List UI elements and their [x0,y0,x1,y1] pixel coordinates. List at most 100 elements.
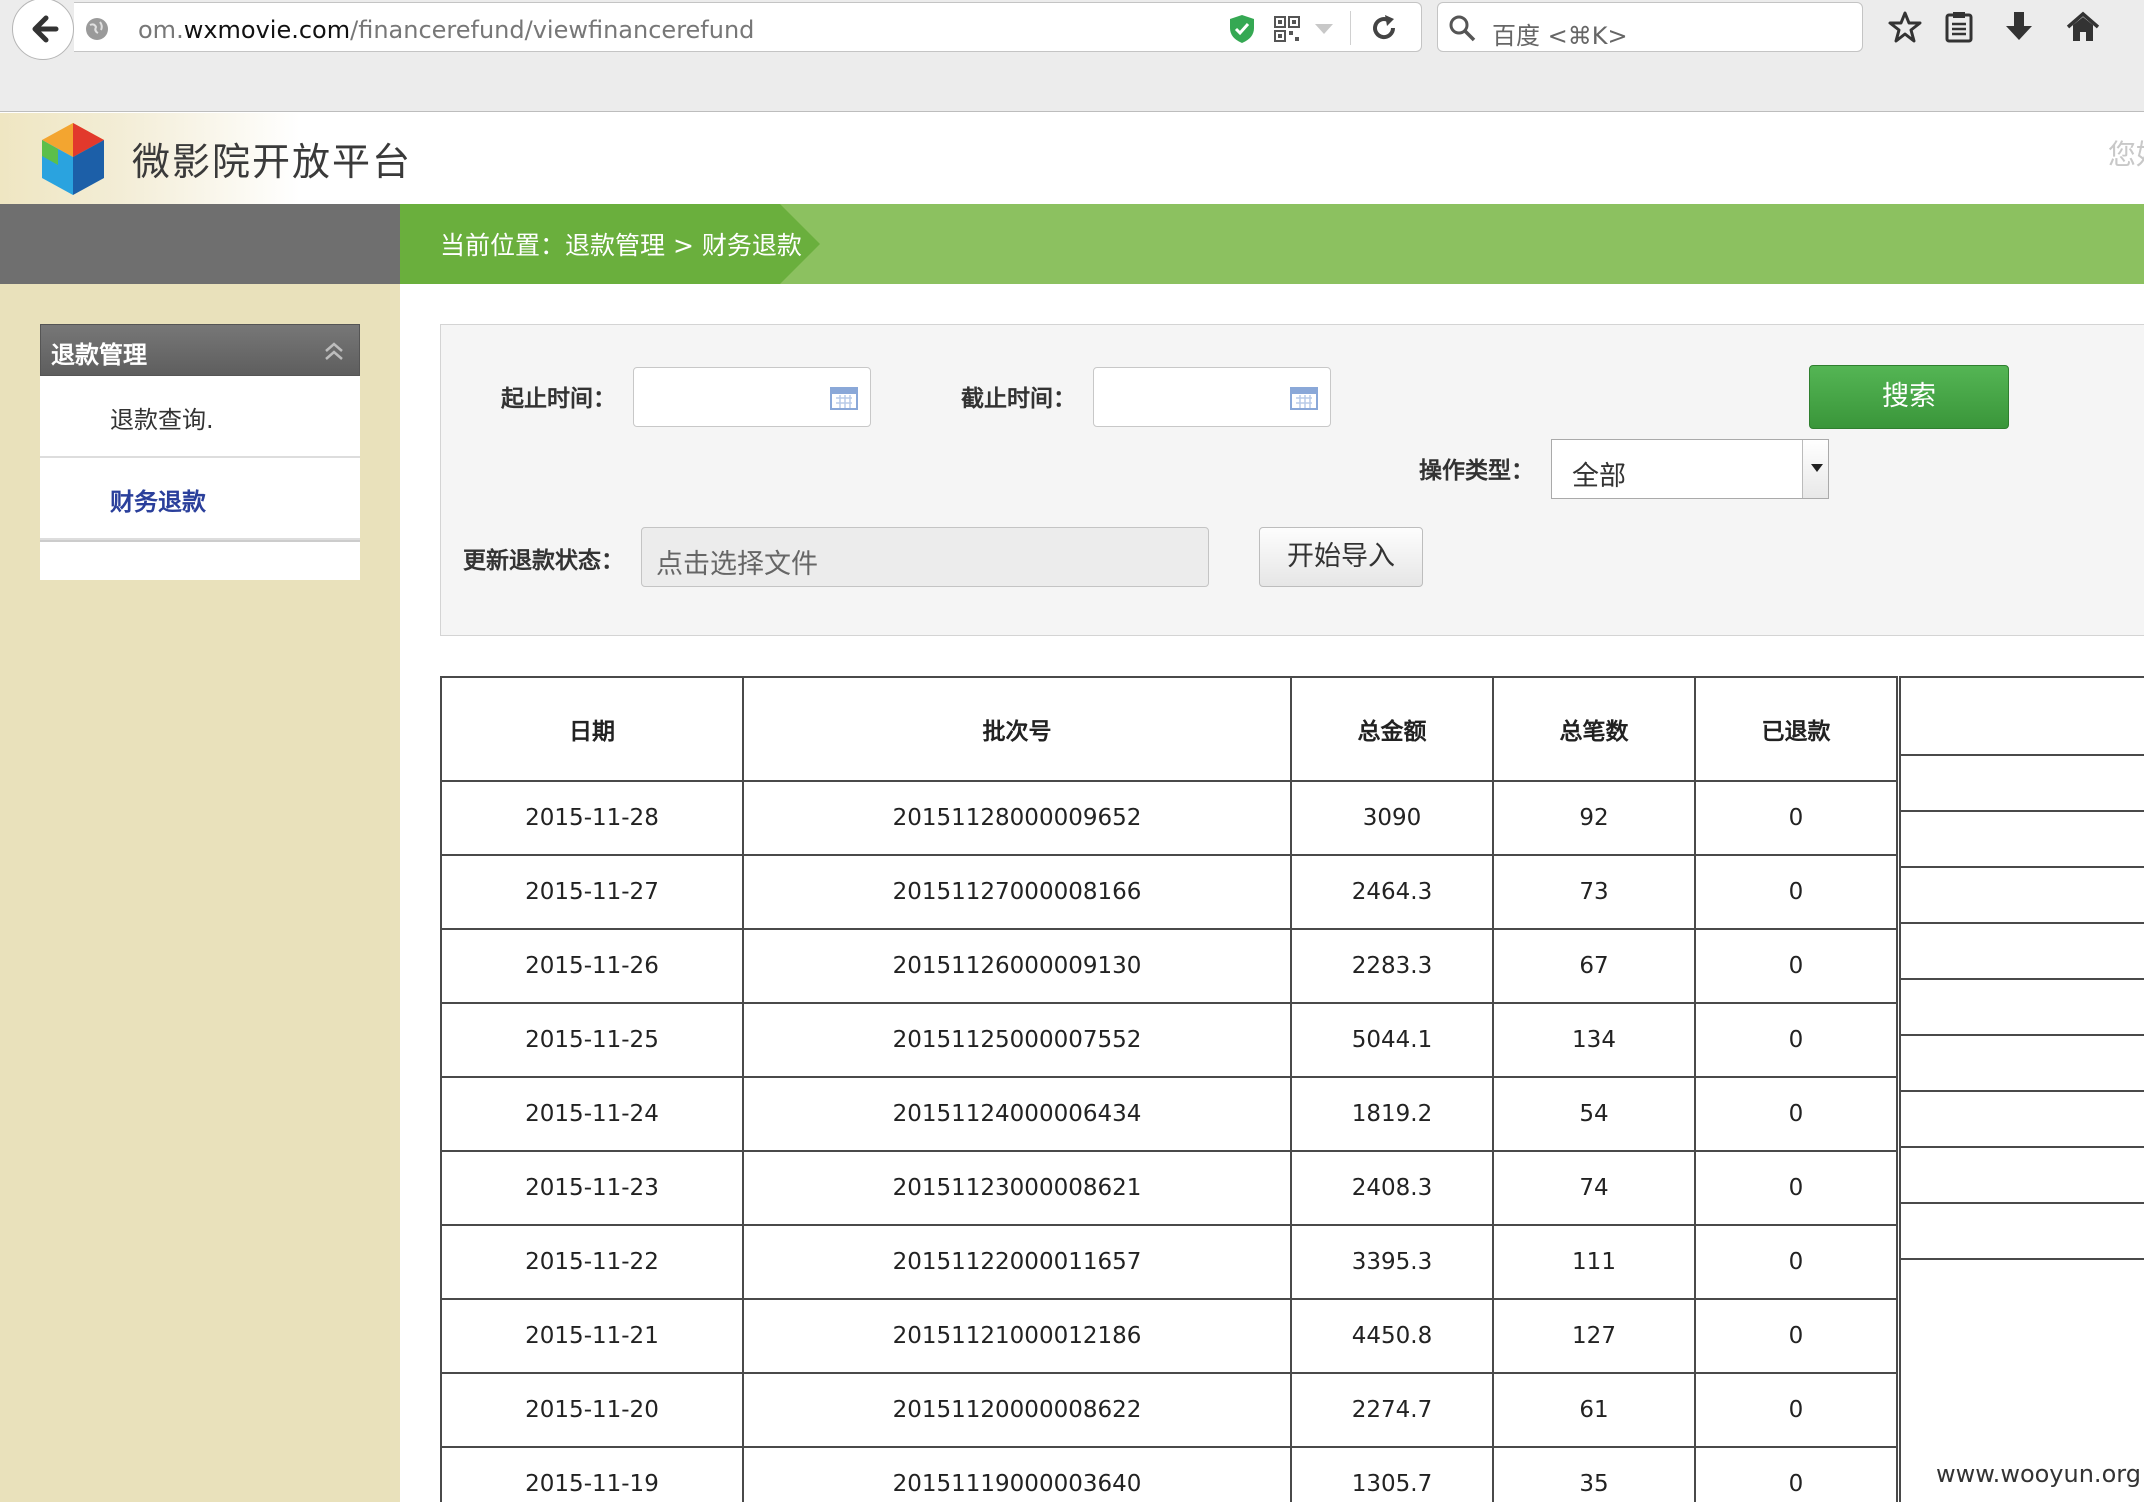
file-select-input[interactable]: 点击选择文件 [641,527,1209,587]
filter-panel: 起止时间： 截止时间： 搜索 操作类型： 全部 更新退款状态： 点击选择文件 开… [440,324,2144,636]
download-icon[interactable] [2004,10,2034,44]
header-total-count: 总笔数 [1492,676,1696,782]
qr-code-icon[interactable] [1274,16,1300,42]
cell-batch-no: 20151126000009130 [742,928,1292,1004]
cell-batch-no: 20151127000008166 [742,854,1292,930]
home-icon[interactable] [2066,10,2100,44]
divider [1350,11,1351,45]
operation-type-value: 全部 [1572,461,1626,492]
search-input[interactable]: 百度 <⌘K> [1492,16,1628,51]
table-extra-line [1901,754,2144,756]
table-extra-line [1901,1090,2144,1092]
cell-refunded: 0 [1694,1372,1898,1448]
table-extra-line [1901,1034,2144,1036]
star-icon[interactable] [1888,10,1922,44]
start-import-button[interactable]: 开始导入 [1259,527,1423,587]
cell-total-amount: 2408.3 [1290,1150,1494,1226]
nav-band-left [0,204,400,284]
end-date-input[interactable] [1093,367,1331,427]
cell-date: 2015-11-19 [440,1446,744,1502]
calendar-icon[interactable] [830,386,858,410]
cell-date: 2015-11-20 [440,1372,744,1448]
reload-icon[interactable] [1370,14,1398,42]
sidebar-item-finance-refund[interactable]: 财务退款 [40,458,360,540]
cell-total-count: 92 [1492,780,1696,856]
header-refunded: 已退款 [1694,676,1898,782]
update-status-label: 更新退款状态： [463,548,624,574]
cell-refunded: 0 [1694,780,1898,856]
cell-date: 2015-11-27 [440,854,744,930]
search-button[interactable]: 搜索 [1809,365,2009,429]
cell-date: 2015-11-23 [440,1150,744,1226]
cell-batch-no: 20151119000003640 [742,1446,1292,1502]
logo-cube-icon[interactable] [38,121,108,197]
table-extra-line [1901,1202,2144,1204]
table-row: 2015-11-23 20151123000008621 2408.3 74 0 [440,1150,1898,1226]
cell-date: 2015-11-21 [440,1298,744,1374]
table-extra-line [1901,978,2144,980]
table-row: 2015-11-28 20151128000009652 3090 92 0 [440,780,1898,856]
table-extra-line [1901,1258,2144,1260]
table-header-row: 日期 批次号 总金额 总笔数 已退款 [440,676,1898,782]
sidebar-footer [40,540,360,580]
cell-date: 2015-11-22 [440,1224,744,1300]
address-bar[interactable]: om.wxmovie.com/financerefund/viewfinance… [74,2,1422,52]
cell-total-count: 61 [1492,1372,1696,1448]
cell-total-count: 35 [1492,1446,1696,1502]
sidebar-section-title: 退款管理 [51,341,147,369]
table-row: 2015-11-20 20151120000008622 2274.7 61 0 [440,1372,1898,1448]
user-greeting: 您好 [2108,138,2144,171]
cell-total-amount: 5044.1 [1290,1002,1494,1078]
file-placeholder: 点击选择文件 [656,549,818,580]
end-time-label: 截止时间： [961,386,1076,412]
calendar-icon[interactable] [1290,386,1318,410]
dropdown-arrow-icon[interactable] [1802,440,1828,498]
search-bar[interactable]: 百度 <⌘K> [1437,2,1863,52]
breadcrumb: 当前位置：退款管理 > 财务退款 [440,231,802,260]
site-title[interactable]: 微影院开放平台 [132,131,412,186]
cell-total-amount: 2274.7 [1290,1372,1494,1448]
cell-total-count: 67 [1492,928,1696,1004]
chevron-down-icon[interactable] [1314,23,1334,35]
back-button[interactable] [12,0,74,60]
cell-total-amount: 2464.3 [1290,854,1494,930]
sidebar: 退款管理 退款查询. 财务退款 [0,284,400,1502]
cell-batch-no: 20151120000008622 [742,1372,1292,1448]
header-date: 日期 [440,676,744,782]
table-extra-line [1901,922,2144,924]
cell-refunded: 0 [1694,1446,1898,1502]
site-header: 微影院开放平台 您好 [0,113,2144,204]
cell-batch-no: 20151122000011657 [742,1224,1292,1300]
header-batch-no: 批次号 [742,676,1292,782]
cell-refunded: 0 [1694,1150,1898,1226]
cell-date: 2015-11-26 [440,928,744,1004]
cell-total-amount: 3395.3 [1290,1224,1494,1300]
cell-total-count: 74 [1492,1150,1696,1226]
cell-refunded: 0 [1694,928,1898,1004]
cell-date: 2015-11-24 [440,1076,744,1152]
table-row: 2015-11-25 20151125000007552 5044.1 134 0 [440,1002,1898,1078]
operation-type-select[interactable]: 全部 [1551,439,1829,499]
cell-batch-no: 20151123000008621 [742,1150,1292,1226]
sidebar-item-refund-query[interactable]: 退款查询. [40,376,360,458]
cell-total-count: 73 [1492,854,1696,930]
start-date-input[interactable] [633,367,871,427]
shield-check-icon[interactable] [1228,14,1256,44]
cell-total-count: 111 [1492,1224,1696,1300]
chevron-up-icon[interactable] [323,341,345,361]
sidebar-panel: 退款管理 退款查询. 财务退款 [40,324,360,580]
sidebar-item-label: 退款查询. [110,406,214,434]
cell-total-count: 54 [1492,1076,1696,1152]
search-icon [1449,15,1476,42]
cell-batch-no: 20151124000006434 [742,1076,1292,1152]
reading-list-icon[interactable] [1944,10,1974,44]
watermark: www.wooyun.org [1936,1460,2141,1488]
sidebar-section-header[interactable]: 退款管理 [40,324,360,376]
table-body: 2015-11-28 20151128000009652 3090 92 0 2015-1… [440,780,1898,1502]
cell-total-count: 134 [1492,1002,1696,1078]
table-row: 2015-11-24 20151124000006434 1819.2 54 0 [440,1076,1898,1152]
main-content: 起止时间： 截止时间： 搜索 操作类型： 全部 更新退款状态： 点击选择文件 开… [400,284,2144,1502]
operation-type-label: 操作类型： [1419,458,1534,484]
url-text[interactable]: om.wxmovie.com/financerefund/viewfinance… [138,16,754,44]
table-row: 2015-11-19 20151119000003640 1305.7 35 0 [440,1446,1898,1502]
